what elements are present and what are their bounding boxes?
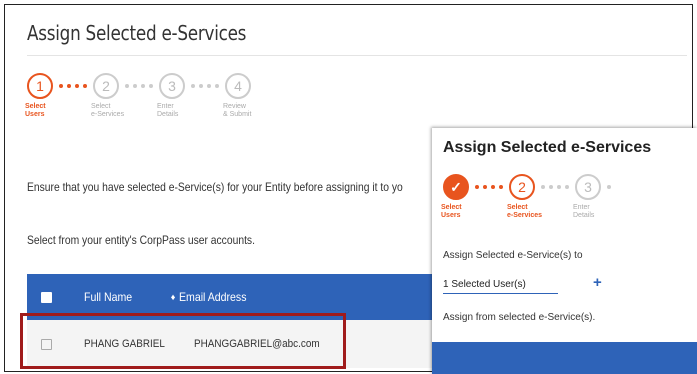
add-icon[interactable]: +	[593, 274, 602, 291]
page-title: Assign Selected e-Services	[443, 139, 652, 156]
page-title: Assign Selected e-Services	[27, 21, 247, 45]
step-label: Review & Submit	[223, 103, 252, 118]
progress-stepper: ✓ Select Users 2 Select e-Services 3 Ent…	[441, 174, 611, 219]
step-connector	[475, 185, 503, 189]
step-review-submit: 4 Review & Submit	[223, 73, 251, 118]
row-highlight-box	[20, 313, 346, 369]
step-connector	[607, 185, 611, 189]
step-select-users: 1 Select Users	[25, 73, 53, 118]
step-label: Select Users	[25, 103, 46, 118]
e-services-table-header	[432, 342, 697, 374]
step-circle: 3	[575, 174, 601, 200]
email-column-header[interactable]: Email Address	[179, 290, 246, 304]
full-name-column-header[interactable]: Full Name	[84, 290, 132, 304]
selected-users-link[interactable]: 1 Selected User(s)	[443, 279, 526, 290]
step-label: Select e-Services	[91, 103, 125, 118]
step-circle: 3	[159, 73, 185, 99]
check-icon: ✓	[443, 174, 469, 200]
step-label: Enter Details	[573, 204, 595, 219]
step-connector	[59, 84, 87, 88]
step-enter-details: 3 Enter Details	[157, 73, 185, 118]
assign-to-label: Assign Selected e-Service(s) to	[443, 250, 583, 261]
select-e-services-panel: Assign Selected e-Services ✓ Select User…	[432, 128, 697, 374]
selected-users-underline	[443, 293, 558, 294]
step-select-e-services: 2 Select e-Services	[507, 174, 542, 219]
step-enter-details: 3 Enter Details	[573, 174, 601, 219]
entity-notice: Ensure that you have selected e-Service(…	[27, 180, 403, 194]
step-circle: 2	[509, 174, 535, 200]
user-accounts-instruction: Select from your entity's CorpPass user …	[27, 233, 255, 247]
step-circle: 4	[225, 73, 251, 99]
title-divider	[27, 55, 687, 56]
step-connector	[541, 185, 569, 189]
step-select-e-services: 2 Select e-Services	[91, 73, 124, 118]
step-select-users: ✓ Select Users	[441, 174, 469, 219]
step-label: Select Users	[441, 204, 462, 219]
step-circle: 2	[93, 73, 119, 99]
progress-stepper: 1 Select Users 2 Select e-Services 3 Ent…	[25, 73, 251, 118]
select-all-checkbox[interactable]	[41, 291, 52, 303]
sort-icon[interactable]: ♦	[171, 292, 176, 302]
step-connector	[125, 84, 153, 88]
step-label: Enter Details	[157, 103, 179, 118]
step-label: Select e-Services	[507, 204, 543, 219]
assign-from-label: Assign from selected e-Service(s).	[443, 312, 596, 323]
step-connector	[191, 84, 219, 88]
step-circle: 1	[27, 73, 53, 99]
